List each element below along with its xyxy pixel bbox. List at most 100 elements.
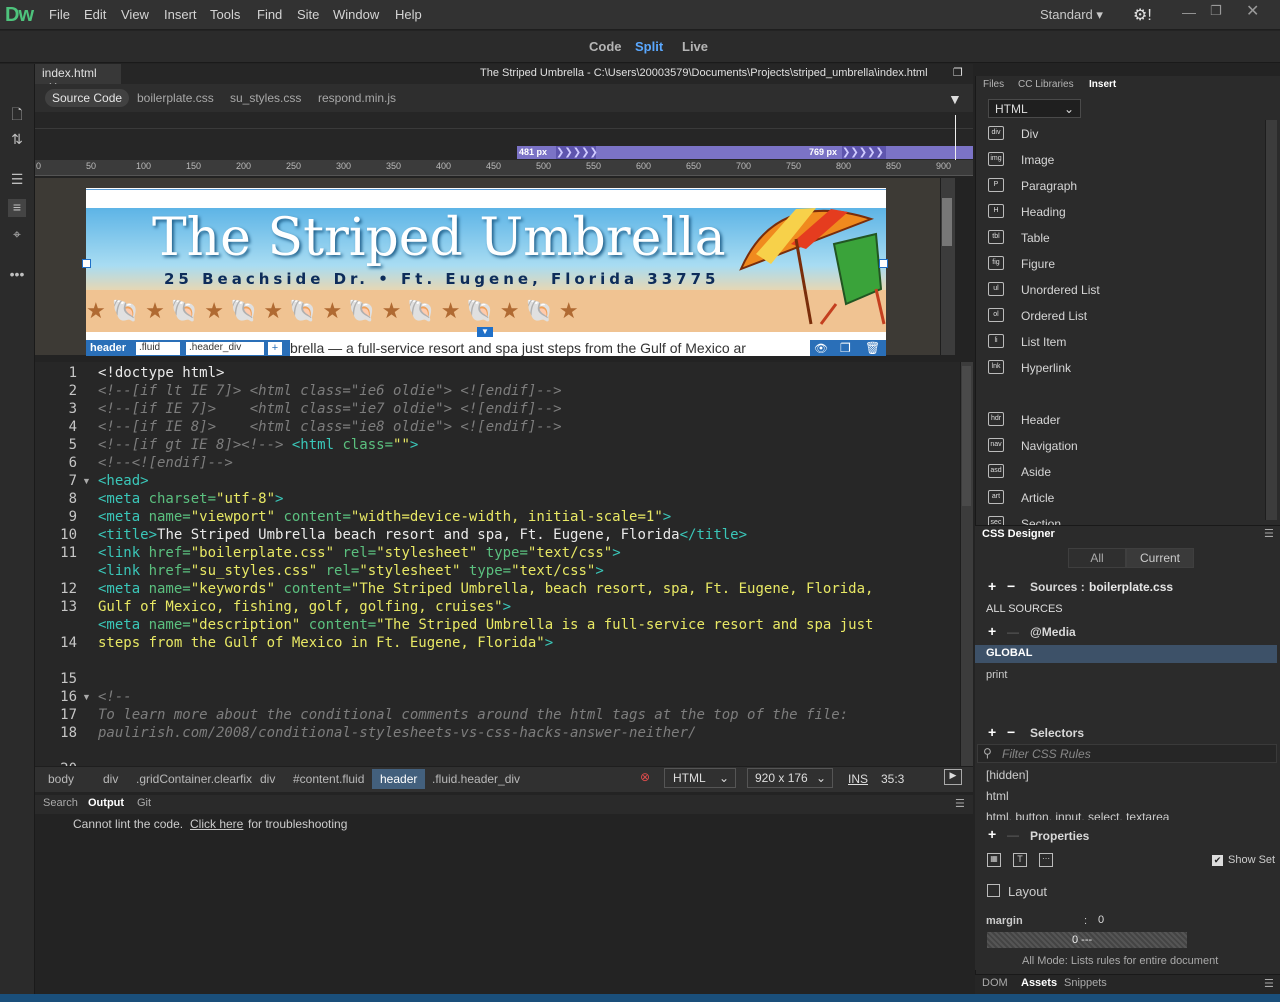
crumb-header[interactable]: header (372, 769, 426, 789)
all-sources-item[interactable]: ALL SOURCES (986, 603, 1063, 615)
crumb-header-div[interactable]: .fluid.header_div (432, 772, 520, 786)
troubleshoot-link[interactable]: Click here (190, 817, 243, 831)
code-view-button[interactable]: Code (589, 39, 622, 54)
close-icon[interactable]: ✕ (1246, 1, 1259, 21)
restore-doc-icon[interactable]: ❐ (953, 66, 963, 79)
remove-selector-icon[interactable]: − (1007, 724, 1015, 740)
related-file-source[interactable]: Source Code (45, 89, 130, 107)
tab-assets[interactable]: Assets (1021, 977, 1057, 989)
eye-icon[interactable]: 👁 (814, 342, 828, 355)
code-line[interactable]: <meta name="viewport" content="width=dev… (98, 508, 938, 526)
file-icon[interactable]: 🗋 (8, 104, 26, 122)
insert-item-div[interactable]: Div (1021, 127, 1038, 141)
code-scroll-thumb[interactable] (962, 366, 971, 506)
tab-search[interactable]: Search (43, 797, 78, 809)
print-item[interactable]: print (986, 669, 1007, 681)
live-view-button[interactable]: Live (682, 39, 708, 54)
code-line[interactable]: <!--[if lt IE 7]> <html class="ie6 oldie… (98, 382, 938, 400)
code-line[interactable] (98, 652, 938, 670)
filter-icon[interactable]: ▼ (948, 91, 962, 107)
hud-class-fluid[interactable]: .fluid (136, 342, 180, 355)
code-lines[interactable]: <!doctype html> <!--[if lt IE 7]> <html c… (98, 364, 938, 760)
insert-item-ordered-list[interactable]: Ordered List (1021, 309, 1087, 323)
border-category-icon[interactable]: ⋯ (1039, 853, 1053, 867)
error-icon[interactable]: ⊗ (640, 770, 650, 784)
minimize-icon[interactable]: — (1182, 4, 1196, 20)
hud-class-header-div[interactable]: .header_div (186, 342, 264, 355)
document-tab[interactable]: index.html ✕ (35, 64, 121, 94)
margin-box-value[interactable]: 0 --- (1072, 934, 1092, 946)
add-property-icon[interactable]: + (988, 826, 996, 842)
code-line[interactable]: <title>The Striped Umbrella beach resort… (98, 526, 938, 544)
remove-media-icon[interactable]: — (1007, 625, 1019, 639)
insert-item-hyperlink[interactable]: Hyperlink (1021, 361, 1071, 375)
trash-icon[interactable]: 🗑 (865, 341, 880, 355)
code-line[interactable]: <!--[if IE 8]> <html class="ie8 oldie"> … (98, 418, 938, 436)
list-icon[interactable]: ☰ (8, 171, 26, 189)
related-file-respond[interactable]: respond.min.js (318, 91, 396, 105)
crumb-content[interactable]: #content.fluid (293, 772, 364, 786)
sort-icon[interactable]: ⇅ (8, 131, 26, 149)
panel-menu-icon[interactable]: ☰ (1264, 527, 1274, 540)
tab-dom[interactable]: DOM (982, 977, 1008, 989)
rule-html[interactable]: html (986, 789, 1009, 803)
code-line[interactable]: <!--<![endif]--> (98, 454, 938, 472)
expand-handle-icon[interactable]: ▼ (477, 327, 493, 337)
rule-html-button[interactable]: html, button, input, select, textarea (986, 810, 1169, 820)
menu-help[interactable]: Help (395, 7, 422, 22)
menu-file[interactable]: File (49, 7, 70, 22)
menu-tools[interactable]: Tools (210, 7, 240, 22)
margin-value[interactable]: 0 (1098, 914, 1104, 926)
show-set-checkbox[interactable]: ✔ (1212, 855, 1223, 866)
crumb-div-2[interactable]: div (260, 772, 275, 786)
insert-item-image[interactable]: Image (1021, 153, 1054, 167)
code-line[interactable]: <link href="boilerplate.css" rel="styles… (98, 544, 938, 562)
crumb-body[interactable]: body (48, 772, 74, 786)
code-line[interactable]: <meta name="keywords" content="The Strip… (98, 580, 938, 598)
gear-icon[interactable]: ⚙! (1133, 5, 1152, 25)
insert-mode[interactable]: INS (848, 772, 868, 786)
format-icon[interactable]: ≡ (8, 199, 26, 217)
layout-category-icon[interactable]: ▦ (987, 853, 1001, 867)
insert-item-paragraph[interactable]: Paragraph (1021, 179, 1077, 193)
target-icon[interactable]: ⌖ (8, 226, 26, 244)
code-line[interactable]: steps from the Gulf of Mexico in Ft. Eug… (98, 634, 938, 652)
code-line[interactable]: <meta name="description" content="The St… (98, 616, 938, 634)
code-line[interactable] (98, 742, 938, 760)
insert-scrollbar[interactable] (1265, 120, 1277, 520)
crumb-div[interactable]: div (103, 772, 118, 786)
insert-item-navigation[interactable]: Navigation (1021, 439, 1078, 453)
menu-edit[interactable]: Edit (84, 7, 106, 22)
code-line[interactable]: <meta charset="utf-8"> (98, 490, 938, 508)
tab-git[interactable]: Git (137, 797, 151, 809)
code-line[interactable]: paulirish.com/2008/conditional-styleshee… (98, 724, 938, 742)
insert-category-select[interactable]: HTML ⌄ (988, 99, 1081, 118)
add-class-icon[interactable]: + (268, 342, 282, 355)
code-line[interactable]: <link href="su_styles.css" rel="styleshe… (98, 562, 938, 580)
fold-icon[interactable]: ▼ (82, 692, 91, 702)
menu-find[interactable]: Find (257, 7, 282, 22)
split-view-button[interactable]: Split (635, 39, 663, 54)
insert-item-unordered-list[interactable]: Unordered List (1021, 283, 1100, 297)
preview-icon[interactable]: ▶ (944, 769, 962, 785)
related-file-boilerplate[interactable]: boilerplate.css (137, 91, 214, 105)
crumb-gridcontainer[interactable]: .gridContainer.clearfix (136, 772, 252, 786)
restore-icon[interactable]: ❐ (1210, 3, 1222, 19)
add-media-icon[interactable]: + (988, 623, 996, 639)
related-file-su-styles[interactable]: su_styles.css (230, 91, 301, 105)
code-line[interactable]: <head> (98, 472, 938, 490)
code-line[interactable]: <!--[if gt IE 8]><!--> <html class=""> (98, 436, 938, 454)
code-line[interactable]: To learn more about the conditional comm… (98, 706, 938, 724)
resize-handle-left[interactable] (82, 259, 91, 268)
code-line[interactable]: <!doctype html> (98, 364, 938, 382)
panel-menu-icon[interactable]: ☰ (1264, 977, 1274, 990)
menu-site[interactable]: Site (297, 7, 319, 22)
more-icon[interactable]: ••• (8, 266, 26, 284)
text-category-icon[interactable]: T (1013, 853, 1027, 867)
insert-item-table[interactable]: Table (1021, 231, 1050, 245)
menu-view[interactable]: View (121, 7, 149, 22)
insert-item-aside[interactable]: Aside (1021, 465, 1051, 479)
panel-menu-icon[interactable]: ☰ (955, 797, 965, 810)
all-button[interactable]: All (1068, 548, 1126, 568)
language-select[interactable]: HTML ⌄ (664, 768, 736, 788)
